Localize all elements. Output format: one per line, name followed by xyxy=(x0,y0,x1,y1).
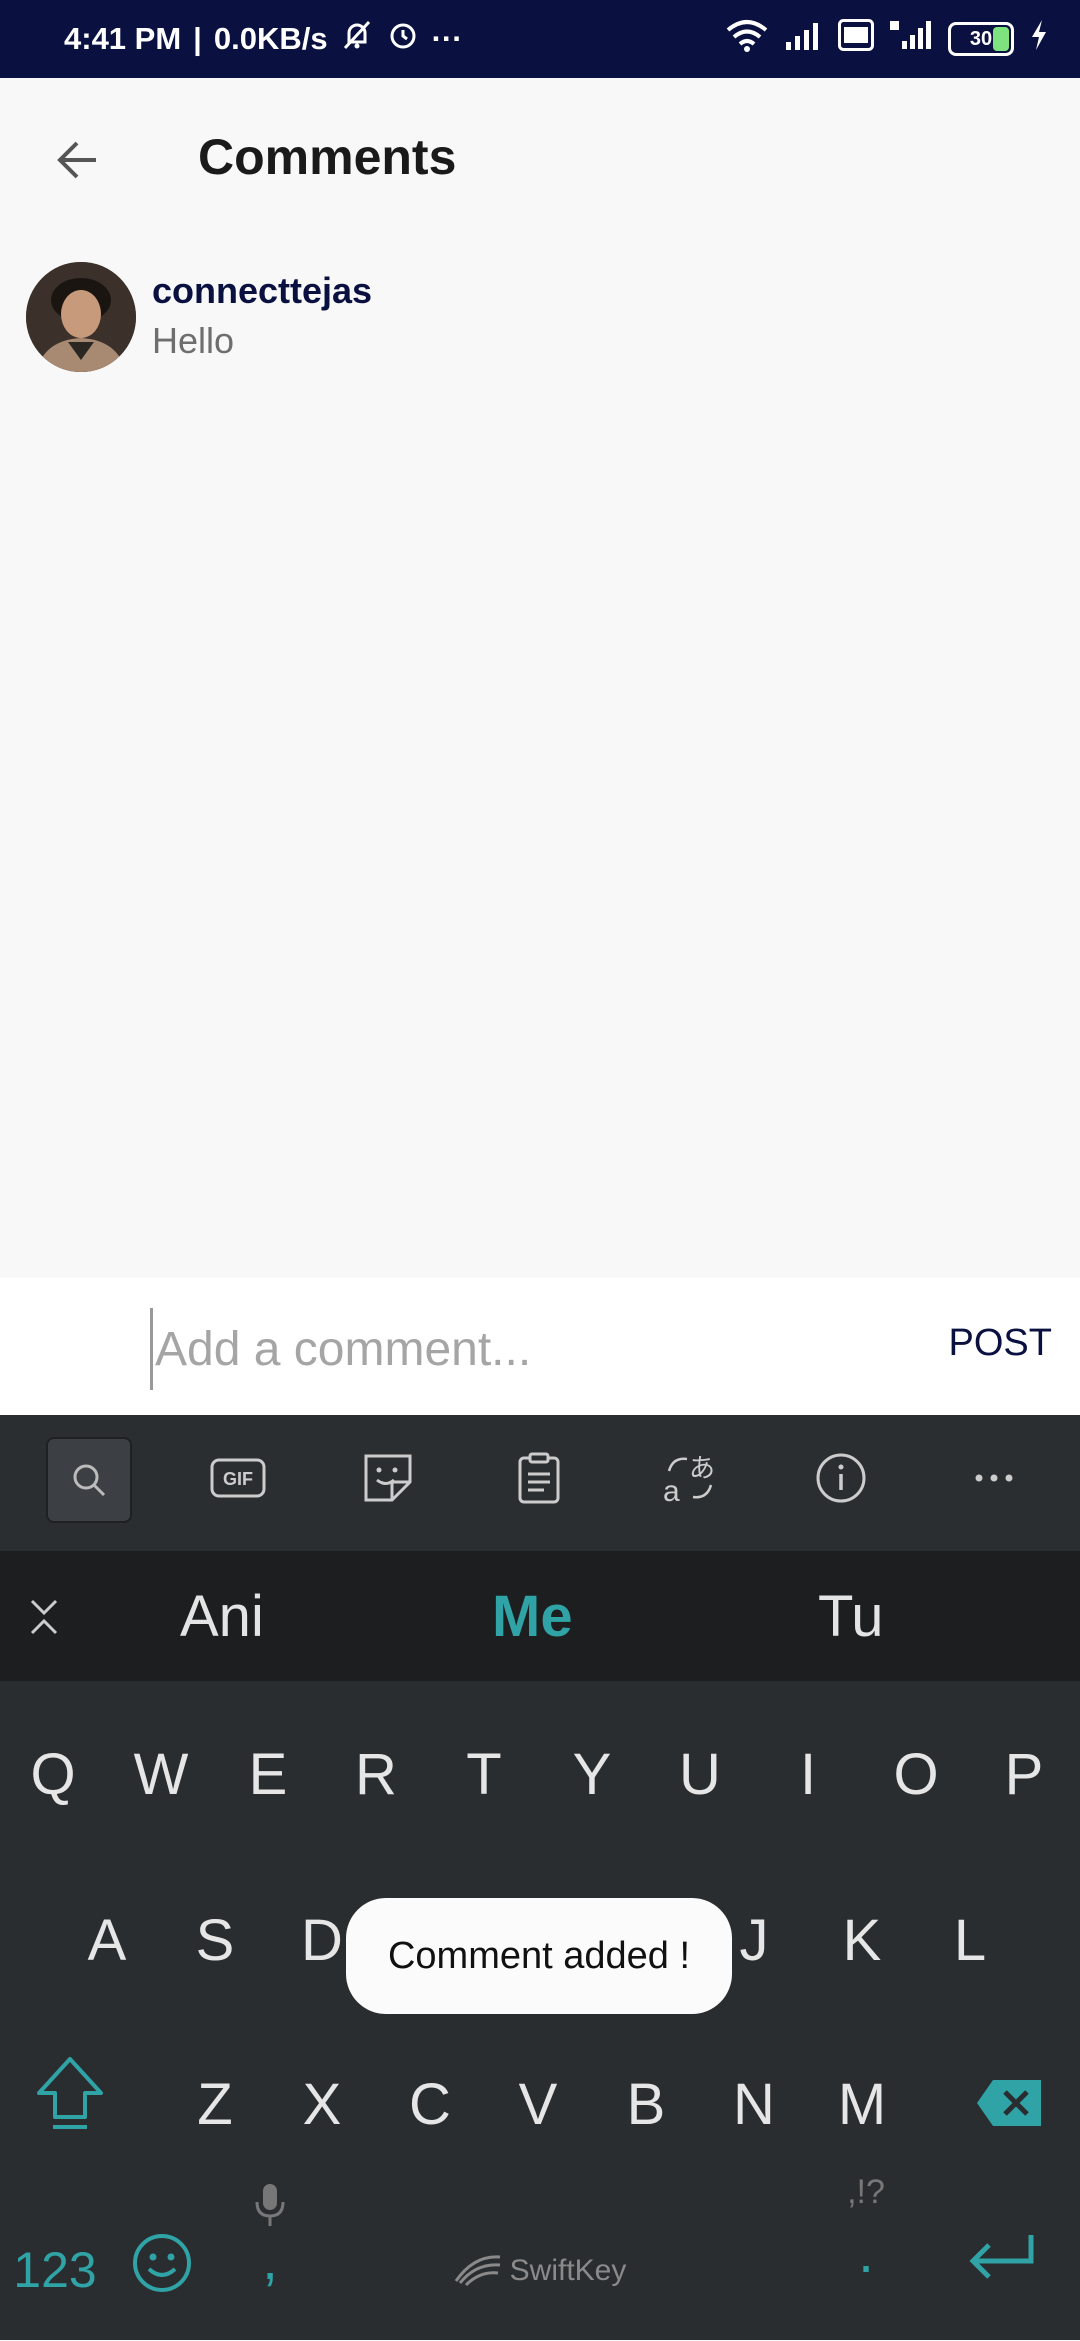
key-m[interactable]: M xyxy=(812,2071,912,2138)
key-o[interactable]: O xyxy=(866,1741,966,1808)
battery-icon: 30 xyxy=(948,22,1014,56)
key-a[interactable]: A xyxy=(57,1907,157,1974)
avatar[interactable] xyxy=(26,262,136,372)
wifi-icon xyxy=(724,18,770,60)
key-l[interactable]: L xyxy=(920,1907,1020,1974)
key-n[interactable]: N xyxy=(704,2071,804,2138)
suggestion-left[interactable]: Ani xyxy=(180,1583,264,1650)
key-p[interactable]: P xyxy=(974,1741,1074,1808)
period-label: . xyxy=(858,2221,874,2284)
clock: 4:41 PM xyxy=(64,21,182,56)
microphone-icon xyxy=(220,2175,320,2235)
key-s[interactable]: S xyxy=(165,1907,265,1974)
enter-key[interactable] xyxy=(952,2231,1052,2311)
status-separator: | xyxy=(193,21,202,56)
mute-icon xyxy=(340,18,374,60)
shift-icon xyxy=(35,2057,105,2144)
backspace-key[interactable] xyxy=(960,2075,1060,2155)
back-button[interactable] xyxy=(40,126,112,198)
key-t[interactable]: T xyxy=(434,1741,534,1808)
4g-signal-icon xyxy=(888,19,934,59)
app-header: Comments xyxy=(0,78,1080,238)
comment-item: connecttejas Hello xyxy=(26,262,1056,372)
comment-username[interactable]: connecttejas xyxy=(152,270,372,312)
key-b[interactable]: B xyxy=(596,2071,696,2138)
translate-icon[interactable]: aあ xyxy=(649,1437,731,1519)
network-speed: 0.0KB/s xyxy=(213,21,328,56)
battery-level: 30 xyxy=(969,27,993,50)
alarm-icon xyxy=(386,18,420,60)
key-z[interactable]: Z xyxy=(165,2071,265,2138)
key-c[interactable]: C xyxy=(380,2071,480,2138)
period-key[interactable]: ,!? . xyxy=(816,2173,916,2313)
search-icon[interactable] xyxy=(46,1437,132,1523)
key-y[interactable]: Y xyxy=(542,1741,642,1808)
info-icon[interactable] xyxy=(800,1437,882,1519)
emoji-key[interactable] xyxy=(112,2231,212,2311)
space-bar[interactable]: SwiftKey xyxy=(380,2201,700,2341)
key-w[interactable]: W xyxy=(111,1741,211,1808)
key-e[interactable]: E xyxy=(218,1741,318,1808)
enter-arrow-icon xyxy=(965,2235,1039,2304)
status-bar: 4:41 PM | 0.0KB/s ··· 30 xyxy=(0,0,1080,78)
keyboard: GIF aあ Ani Me Tu Q W E R T Y U I O P A S… xyxy=(0,1415,1080,2340)
more-icon[interactable] xyxy=(953,1437,1035,1519)
suggestion-bar: Ani Me Tu xyxy=(0,1551,1080,1681)
keyboard-toolbar: GIF aあ xyxy=(0,1415,1080,1551)
key-k[interactable]: K xyxy=(812,1907,912,1974)
shift-key[interactable] xyxy=(20,2055,120,2135)
more-dots-icon: ··· xyxy=(431,21,463,56)
comment-input[interactable] xyxy=(150,1308,917,1390)
svg-text:a: a xyxy=(663,1475,680,1505)
gif-icon[interactable]: GIF xyxy=(197,1437,279,1519)
gif-label: GIF xyxy=(223,1469,253,1489)
swiftkey-logo-icon xyxy=(454,2251,502,2292)
numbers-key[interactable]: 123 xyxy=(2,2241,108,2299)
page-title: Comments xyxy=(198,129,457,185)
post-button[interactable]: POST xyxy=(949,1322,1052,1365)
suggestion-center[interactable]: Me xyxy=(492,1583,573,1650)
key-i[interactable]: I xyxy=(758,1741,858,1808)
key-u[interactable]: U xyxy=(650,1741,750,1808)
comment-text: Hello xyxy=(152,320,235,361)
sticker-icon[interactable] xyxy=(347,1437,429,1519)
svg-text:あ: あ xyxy=(689,1454,715,1484)
key-x[interactable]: X xyxy=(272,2071,372,2138)
comma-label: , xyxy=(262,2228,278,2291)
space-bar-brand: SwiftKey xyxy=(509,2254,627,2287)
arrow-left-icon xyxy=(51,135,101,190)
volte-icon xyxy=(838,19,874,59)
collapse-icon[interactable] xyxy=(28,1597,60,1642)
emoji-icon xyxy=(130,2234,194,2308)
clipboard-icon[interactable] xyxy=(498,1437,580,1519)
comment-input-bar: POST xyxy=(0,1278,1080,1415)
key-q[interactable]: Q xyxy=(3,1741,103,1808)
comma-key[interactable]: , xyxy=(220,2175,320,2315)
key-v[interactable]: V xyxy=(488,2071,588,2138)
key-r[interactable]: R xyxy=(326,1741,426,1808)
backspace-icon xyxy=(975,2076,1045,2141)
signal-icon xyxy=(784,20,824,58)
charging-icon xyxy=(1028,18,1050,60)
toast-message: Comment added ! xyxy=(346,1898,732,2014)
suggestion-right[interactable]: Tu xyxy=(818,1583,884,1650)
